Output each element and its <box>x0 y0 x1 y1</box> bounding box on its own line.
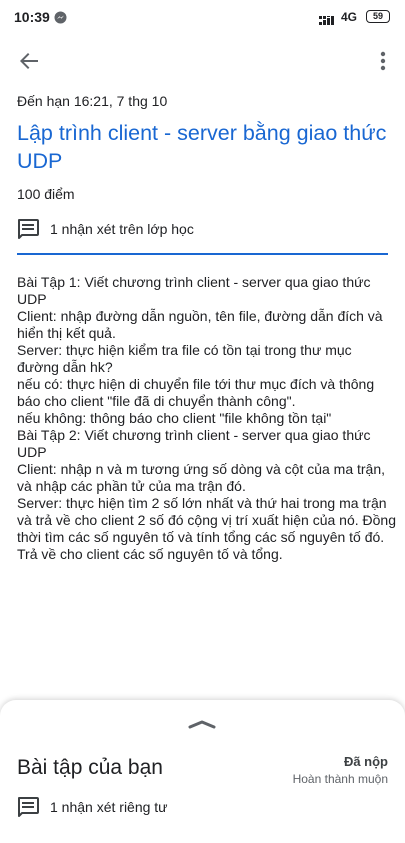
assignment-title: Lập trình client - server bằng giao thức… <box>17 121 387 173</box>
due-date: Đến hạn 16:21, 7 thg 10 <box>17 93 168 109</box>
description-line: Client: nhập n và m tương ứng số dòng và… <box>17 461 386 494</box>
status-bar: 10:39 4G 59 <box>0 0 405 36</box>
your-work-title: Bài tập của bạn <box>17 756 163 779</box>
messenger-icon <box>54 11 67 24</box>
description-line: Server: thực hiện tìm 2 số lớn nhất và t… <box>17 495 396 562</box>
class-comments-label: 1 nhận xét trên lớp học <box>50 221 194 237</box>
description-line: Client: nhập đường dẫn nguồn, tên file, … <box>17 308 383 341</box>
submission-status: Đã nộp <box>343 754 388 769</box>
battery-indicator: 59 <box>366 10 390 23</box>
signal-icon <box>319 12 337 25</box>
private-comments-label: 1 nhận xét riêng tư <box>50 799 168 815</box>
description-line: Bài Tập 1: Viết chương trình client - se… <box>17 274 371 307</box>
network-type: 4G <box>341 10 358 24</box>
private-comments-button[interactable]: 1 nhận xét riêng tư <box>17 794 168 820</box>
submission-substatus: Hoàn thành muộn <box>292 772 388 786</box>
description-line: nếu có: thực hiện di chuyển file tới thư… <box>17 376 375 409</box>
sheet-handle[interactable] <box>186 716 218 734</box>
your-work-sheet[interactable]: Bài tập của bạn Đã nộp Hoàn thành muộn 1… <box>0 700 405 843</box>
description-line: Bài Tập 2: Viết chương trình client - se… <box>17 427 371 460</box>
assignment-points: 100 điểm <box>17 186 75 202</box>
back-button[interactable] <box>14 48 44 78</box>
more-vert-icon <box>380 51 386 76</box>
description-line: Server: thực hiện kiểm tra file có tồn t… <box>17 342 352 375</box>
class-comments-button[interactable]: 1 nhận xét trên lớp học <box>17 216 194 242</box>
arrow-back-icon <box>19 51 39 76</box>
more-options-button[interactable] <box>368 48 398 78</box>
assignment-description: Bài Tập 1: Viết chương trình client - se… <box>17 274 397 563</box>
status-time: 10:39 <box>14 9 50 25</box>
header-divider <box>17 253 388 255</box>
comment-icon <box>17 219 39 239</box>
chevron-up-icon <box>188 716 216 734</box>
comment-icon <box>17 797 39 817</box>
description-line: nếu không: thông báo cho client "file kh… <box>17 410 332 426</box>
